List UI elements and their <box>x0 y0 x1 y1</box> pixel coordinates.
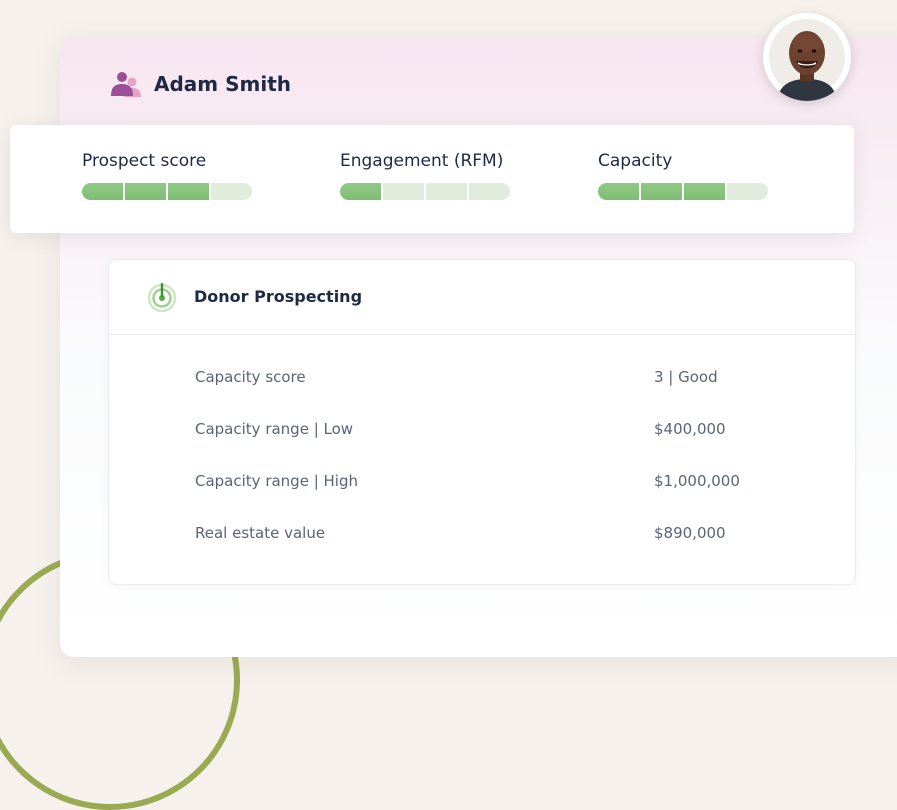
prospect-score: Prospect score <box>82 151 252 200</box>
score-segment <box>426 183 467 200</box>
score-segment <box>82 183 123 200</box>
capacity-score: Capacity <box>598 151 768 200</box>
capacity-range-low-value: $400,000 <box>654 420 726 438</box>
users-icon <box>110 70 144 98</box>
score-segment <box>211 183 252 200</box>
capacity-score-detail-label: Capacity score <box>195 368 306 386</box>
score-segment <box>125 183 166 200</box>
capacity-range-high-value: $1,000,000 <box>654 472 740 490</box>
donor-prospecting-title: Donor Prospecting <box>194 287 363 306</box>
score-segment <box>598 183 639 200</box>
detail-row: Capacity score 3 | Good <box>109 368 855 392</box>
detail-row: Capacity range | High $1,000,000 <box>109 472 855 496</box>
score-segment <box>168 183 209 200</box>
detail-row: Real estate value $890,000 <box>109 524 855 548</box>
user-name: Adam Smith <box>154 72 291 96</box>
avatar[interactable] <box>763 13 851 101</box>
score-summary-card: Prospect score Engagement (RFM) Capacity <box>10 125 854 233</box>
target-icon <box>147 282 177 313</box>
prospect-score-label: Prospect score <box>82 151 207 171</box>
user-header: Adam Smith <box>110 68 291 100</box>
score-segment <box>641 183 682 200</box>
real-estate-value-value: $890,000 <box>654 524 726 542</box>
capacity-range-low-label: Capacity range | Low <box>195 420 354 438</box>
engagement-score: Engagement (RFM) <box>340 151 510 200</box>
capacity-score-bar <box>598 183 768 200</box>
capacity-score-detail-value: 3 | Good <box>654 368 718 386</box>
engagement-score-bar <box>340 183 510 200</box>
real-estate-value-label: Real estate value <box>195 524 326 542</box>
capacity-range-high-label: Capacity range | High <box>195 472 359 490</box>
engagement-score-label: Engagement (RFM) <box>340 151 504 171</box>
score-segment <box>340 183 381 200</box>
detail-row: Capacity range | Low $400,000 <box>109 420 855 444</box>
score-segment <box>684 183 725 200</box>
score-segment <box>727 183 768 200</box>
score-segment <box>383 183 424 200</box>
capacity-score-label: Capacity <box>598 151 673 171</box>
donor-prospecting-card: Donor Prospecting Capacity score 3 | Goo… <box>108 259 856 585</box>
prospect-score-bar <box>82 183 252 200</box>
donor-prospecting-header: Donor Prospecting <box>109 260 855 335</box>
score-segment <box>469 183 510 200</box>
